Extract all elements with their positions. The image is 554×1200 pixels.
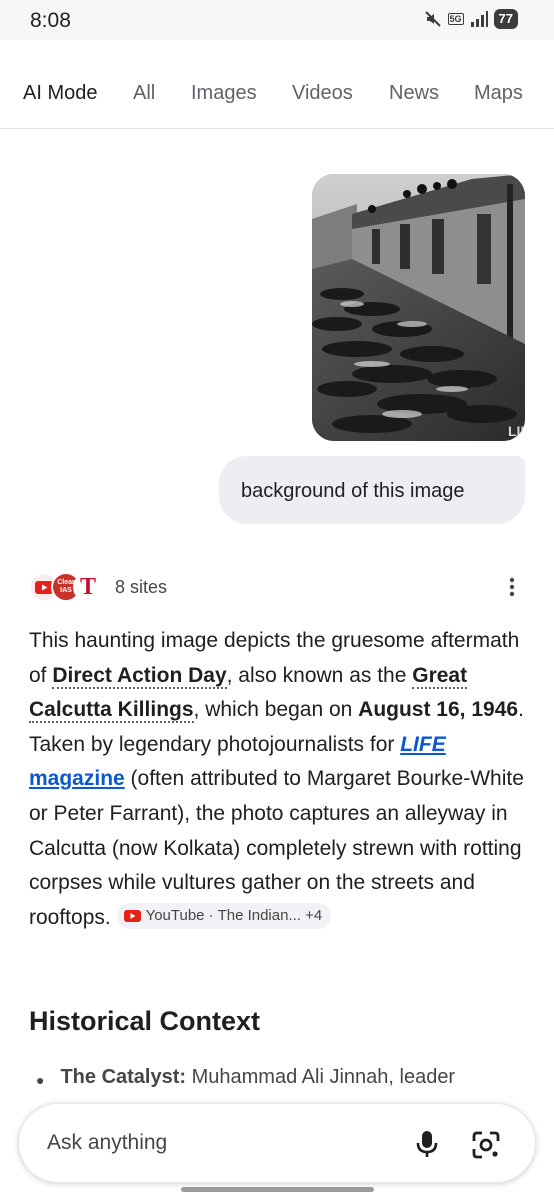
status-time: 8:08 xyxy=(30,9,71,32)
battery-level: 77 xyxy=(493,9,518,29)
tab-news[interactable]: News xyxy=(389,82,439,105)
status-bar: 8:08 5G 77 xyxy=(0,0,554,40)
section-heading: Historical Context xyxy=(29,1006,261,1036)
microphone-icon[interactable] xyxy=(413,1129,441,1159)
user-uploaded-photo[interactable]: LIFE xyxy=(312,174,525,441)
user-query-bubble: background of this image xyxy=(219,456,525,524)
network-type: 5G xyxy=(447,13,464,25)
tab-all[interactable]: All xyxy=(133,82,155,105)
tab-images[interactable]: Images xyxy=(191,82,257,105)
tab-maps[interactable]: Maps xyxy=(474,82,523,105)
answer-date: August 16, 1946 xyxy=(358,698,519,722)
mute-icon xyxy=(424,11,441,27)
sources-row[interactable]: Clear IAS T 8 sites xyxy=(29,572,167,602)
term-direct-action-day[interactable]: Direct Action Day xyxy=(52,663,227,689)
citation-label: YouTube · The Indian... +4 xyxy=(145,906,323,924)
tab-ai-mode[interactable]: AI Mode xyxy=(23,82,97,105)
citation-chip[interactable]: YouTube · The Indian... +4 xyxy=(116,902,332,929)
google-lens-icon[interactable] xyxy=(471,1130,501,1160)
ai-answer: This haunting image depicts the gruesome… xyxy=(29,624,529,935)
photo-illustration: LIFE xyxy=(312,174,525,441)
youtube-icon xyxy=(123,909,141,922)
life-watermark: LIFE xyxy=(508,423,525,439)
bullet-text: Muhammad Ali Jinnah, leader xyxy=(186,1066,456,1088)
link-rest-part: magazine xyxy=(29,767,125,791)
ask-input-placeholder[interactable]: Ask anything xyxy=(47,1131,167,1155)
sources-count: 8 sites xyxy=(115,576,168,597)
indian-express-favicon: T xyxy=(73,572,103,602)
status-icons: 5G 77 xyxy=(424,9,518,29)
bullet-label: The Catalyst: xyxy=(60,1066,187,1088)
tab-videos[interactable]: Videos xyxy=(292,82,353,105)
signal-icon xyxy=(470,11,488,27)
search-tabs: AI Mode All Images Videos News Maps xyxy=(0,40,554,129)
link-italic-part: LIFE xyxy=(400,732,446,756)
home-indicator[interactable] xyxy=(181,1187,374,1192)
more-options-icon[interactable] xyxy=(500,575,524,599)
answer-text: , also known as the xyxy=(226,663,413,687)
ask-input-bar[interactable]: Ask anything xyxy=(18,1103,536,1183)
user-query-text: background of this image xyxy=(241,480,465,502)
answer-text: , which began on xyxy=(193,698,359,722)
